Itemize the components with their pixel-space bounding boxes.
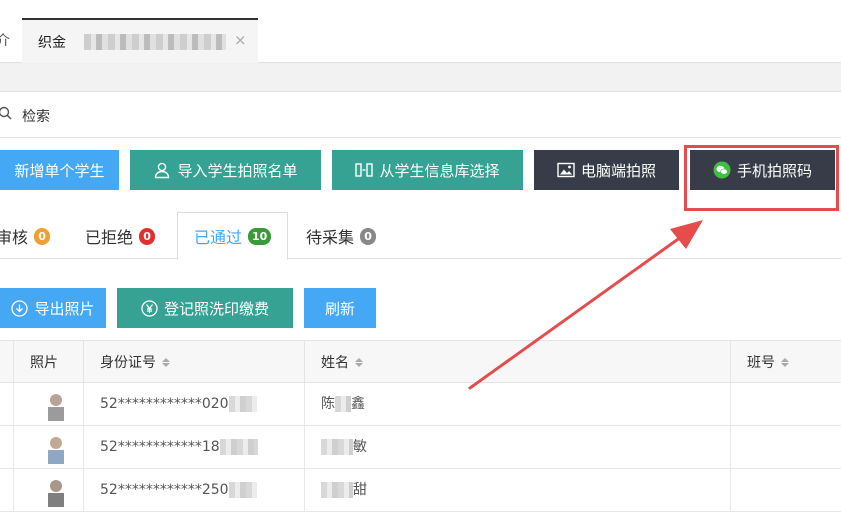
refresh-button[interactable]: 刷新 [304,288,376,328]
name-text-tail: 敏 [353,439,367,455]
tab-close-icon[interactable]: × [234,31,247,49]
student-photo-thumbnail[interactable] [45,432,67,464]
id-number-text: 52************020 [100,396,229,412]
sort-icon[interactable] [162,358,170,367]
column-header-photo: 照片 [13,341,83,384]
redacted-text [321,439,353,455]
select-from-library-button[interactable]: 从学生信息库选择 [332,150,523,190]
tab-pending-review[interactable]: 审核 0 [0,224,51,248]
name-text: 陈 [321,396,335,412]
column-header-name[interactable]: 姓名 [304,341,730,384]
tab-approved[interactable]: 已通过 10 [177,212,289,260]
highlight-box [684,145,839,211]
tab-approved-label: 已通过 [194,228,243,247]
tab-bar: 介 织金 × [0,0,841,63]
table-row[interactable]: 52************18 敏 [0,426,841,469]
tab-active-label: 织金 [38,35,66,51]
tab-previous[interactable]: 介 [0,30,10,50]
tab-active[interactable]: 织金 × [22,18,258,63]
search-label: 检索 [22,109,50,125]
sort-icon[interactable] [355,358,363,367]
yen-circle-icon [141,299,158,317]
tab-to-collect-label: 待采集 [306,228,355,247]
import-photo-list-button[interactable]: 导入学生拍照名单 [130,150,321,190]
export-photos-button[interactable]: 导出照片 [0,288,106,328]
register-print-fee-label: 登记照洗印缴费 [163,299,269,318]
column-header-class-number-label: 班号 [747,354,775,371]
column-header-id-number[interactable]: 身份证号 [83,341,304,384]
search-icon [0,106,12,120]
register-print-fee-button[interactable]: 登记照洗印缴费 [117,288,293,328]
redacted-text [228,396,257,412]
user-icon [155,162,170,179]
photo-cell [13,426,83,469]
add-single-student-button[interactable]: 新增单个学生 [0,150,119,190]
class-number-cell [730,426,841,469]
add-single-student-label: 新增单个学生 [14,161,105,180]
column-header-class-number[interactable]: 班号 [730,341,841,384]
id-number-text: 52************250 [100,482,229,498]
tab-to-collect[interactable]: 待采集 0 [306,224,377,248]
status-tabs: 审核 0 已拒绝 0 已通过 10 待采集 0 [0,212,841,260]
redacted-text [335,396,351,412]
table-header: 照片 身份证号 姓名 班号 [0,340,841,384]
class-number-cell [730,383,841,426]
pc-photo-label: 电脑端拍照 [580,161,656,180]
class-number-cell [730,469,841,512]
column-header-name-label: 姓名 [321,354,349,371]
photo-cell [13,469,83,512]
select-from-library-label: 从学生信息库选择 [379,161,500,180]
redacted-text [228,482,257,498]
status-badge: 10 [248,227,272,245]
id-number-cell: 52************18 [83,426,304,469]
student-photo-thumbnail[interactable] [45,475,67,507]
pc-photo-button[interactable]: 电脑端拍照 [534,150,679,190]
status-badge: 0 [360,227,377,245]
status-badge: 0 [34,227,51,245]
tab-rejected[interactable]: 已拒绝 0 [85,224,156,248]
columns-icon [355,163,374,177]
tab-pending-review-label: 审核 [0,228,29,247]
table-row[interactable]: 52************020 陈鑫 [0,383,841,426]
tab-title-redacted [84,34,226,50]
image-icon [557,162,575,178]
content-gap [0,64,841,92]
redacted-text [219,439,258,455]
sort-icon[interactable] [781,358,789,367]
name-cell: 陈鑫 [304,383,730,426]
import-photo-list-label: 导入学生拍照名单 [177,161,298,180]
redacted-text [321,482,353,498]
name-cell: 甜 [304,469,730,512]
name-text-tail: 鑫 [351,396,365,412]
table-row[interactable]: 52************250 甜 [0,469,841,512]
column-header-photo-label: 照片 [30,354,58,371]
id-number-cell: 52************020 [83,383,304,426]
student-photo-thumbnail[interactable] [45,389,67,421]
name-cell: 敏 [304,426,730,469]
photo-cell [13,383,83,426]
id-number-cell: 52************250 [83,469,304,512]
status-badge: 0 [139,227,156,245]
id-number-text: 52************18 [100,439,220,455]
name-text-tail: 甜 [353,482,367,498]
download-circle-icon [11,299,29,317]
column-header-id-number-label: 身份证号 [100,354,156,371]
search-row[interactable]: 检索 [0,92,841,138]
tab-rejected-label: 已拒绝 [85,228,134,247]
export-photos-label: 导出照片 [34,299,95,318]
refresh-label: 刷新 [324,299,355,318]
